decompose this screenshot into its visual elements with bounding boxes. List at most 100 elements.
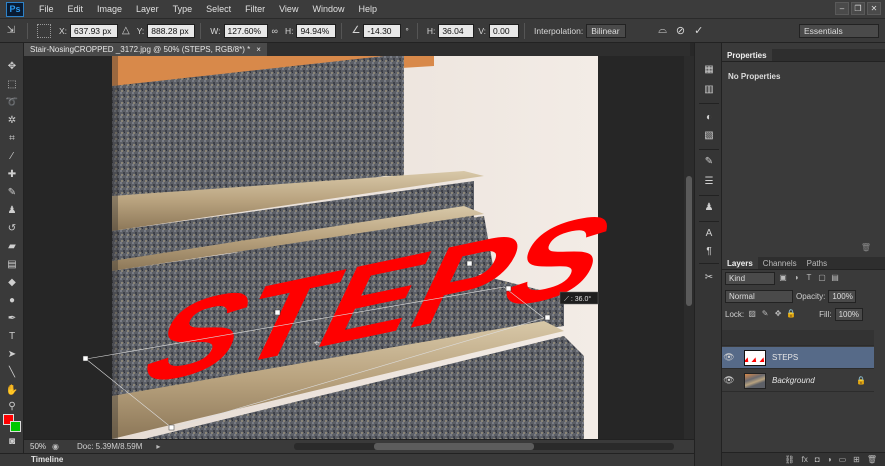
document-tab[interactable]: Stair-NosingCROPPED _3172.jpg @ 50% (STE… [24, 43, 267, 56]
path-selection-tool-icon[interactable]: ➤ [4, 348, 20, 362]
filter-shape-icon[interactable]: ▢ [817, 273, 827, 283]
dodge-tool-icon[interactable]: ● [4, 294, 20, 308]
hand-tool-icon[interactable]: ✋ [4, 384, 20, 398]
tab-properties[interactable]: Properties [722, 49, 772, 61]
status-arrow-icon[interactable]: ▸ [156, 442, 160, 451]
opacity-field[interactable]: 100% [828, 289, 857, 303]
marquee-tool-icon[interactable]: ⬚ [4, 78, 20, 92]
menu-view[interactable]: View [272, 0, 305, 19]
horizontal-scrollbar[interactable] [294, 443, 674, 450]
history-panel-icon[interactable]: ▦ [701, 63, 717, 77]
pen-tool-icon[interactable]: ✒ [4, 312, 20, 326]
crop-tool-icon[interactable]: ⌗ [4, 132, 20, 146]
width-field[interactable]: 127.60% [223, 23, 268, 38]
healing-brush-tool-icon[interactable]: ✚ [4, 168, 20, 182]
menu-filter[interactable]: Filter [238, 0, 272, 19]
transform-handle[interactable] [274, 309, 281, 316]
transform-handle[interactable] [544, 314, 551, 321]
blur-tool-icon[interactable]: ◆ [4, 276, 20, 290]
menu-image[interactable]: Image [90, 0, 129, 19]
lock-all-icon[interactable]: 🔒 [786, 309, 796, 319]
add-mask-icon[interactable]: ◘ [815, 455, 820, 464]
workspace-select[interactable]: Essentials [799, 24, 879, 38]
tab-paths[interactable]: Paths [802, 257, 832, 269]
commit-checkmark-icon[interactable]: ✓ [694, 24, 703, 37]
filter-kind-select[interactable]: Kind [725, 271, 775, 285]
layer-comps-icon[interactable]: ▥ [701, 83, 717, 97]
zoom-tool-icon[interactable]: ⚲ [4, 400, 20, 414]
close-button[interactable]: ✕ [867, 2, 881, 15]
eyedropper-tool-icon[interactable]: ⁄ [4, 150, 20, 164]
brush-tool-icon[interactable]: ✎ [4, 186, 20, 200]
transform-handle[interactable] [505, 285, 512, 292]
layer-row-steps[interactable]: 👁 ▲▲▲ STEPS [722, 347, 874, 369]
eraser-tool-icon[interactable]: ▰ [4, 240, 20, 254]
h-skew-field[interactable]: 36.04 [438, 23, 475, 38]
fill-field[interactable]: 100% [834, 307, 863, 321]
document-canvas[interactable]: STEPS ⌖ ⟋ : 36.0° [24, 56, 684, 439]
move-tool-icon[interactable]: ✥ [4, 60, 20, 74]
zoom-level[interactable]: 50% [24, 442, 52, 451]
reference-point-icon[interactable]: ⌖ [314, 338, 320, 349]
swatches-panel-icon[interactable]: ▧ [701, 129, 717, 143]
transform-handle[interactable] [168, 424, 175, 431]
filter-type-icon[interactable]: T [804, 273, 814, 283]
scrollbar-thumb[interactable] [686, 176, 692, 306]
fx-icon[interactable]: fx [802, 455, 808, 464]
delete-layer-icon[interactable]: 🗑 [867, 455, 877, 464]
filter-smart-object-icon[interactable]: ▤ [830, 273, 840, 283]
character-panel-icon[interactable]: A [701, 227, 717, 241]
color-panel-icon[interactable]: ◐ [701, 111, 717, 125]
visibility-eye-icon[interactable]: 👁 [722, 352, 736, 363]
visibility-eye-icon[interactable]: 👁 [722, 375, 736, 386]
layer-name[interactable]: STEPS [772, 353, 798, 362]
angle-field[interactable]: -14.30 [363, 23, 402, 38]
lock-transparent-icon[interactable]: ▨ [747, 309, 757, 319]
magic-wand-tool-icon[interactable]: ✲ [4, 114, 20, 128]
lasso-tool-icon[interactable]: ➰ [4, 96, 20, 110]
paragraph-panel-icon[interactable]: ¶ [701, 245, 717, 259]
scrollbar-thumb[interactable] [374, 443, 534, 450]
tool-presets-icon[interactable]: ✂ [701, 271, 717, 285]
link-layers-icon[interactable]: ⛓ [785, 455, 795, 464]
timeline-panel-tab[interactable]: Timeline [24, 453, 694, 466]
reference-point-icon[interactable] [37, 23, 51, 38]
trash-icon[interactable]: 🗑 [861, 243, 871, 252]
menu-help[interactable]: Help [351, 0, 384, 19]
maximize-button[interactable]: ❐ [851, 2, 865, 15]
y-field[interactable]: 888.28 px [147, 23, 196, 38]
shape-tool-icon[interactable]: ╲ [4, 366, 20, 380]
height-field[interactable]: 94.94% [296, 23, 337, 38]
menu-type[interactable]: Type [166, 0, 200, 19]
adjustments-icon[interactable]: ☰ [701, 175, 717, 189]
tab-channels[interactable]: Channels [758, 257, 802, 269]
gradient-tool-icon[interactable]: ▤ [4, 258, 20, 272]
clone-stamp-tool-icon[interactable]: ♟ [4, 204, 20, 218]
close-tab-icon[interactable]: × [256, 43, 261, 56]
interpolation-select[interactable]: Bilinear [586, 23, 627, 38]
x-field[interactable]: 637.93 px [70, 23, 119, 38]
quick-mask-icon[interactable]: ◙ [4, 435, 20, 449]
status-menu-icon[interactable]: ◉ [52, 442, 59, 451]
tab-layers[interactable]: Layers [722, 257, 758, 269]
clone-source-icon[interactable]: ♟ [701, 201, 717, 215]
canvas-area[interactable]: STEPS ⌖ ⟋ : 36.0° [24, 56, 684, 439]
transform-handle[interactable] [466, 260, 473, 267]
transform-handle[interactable] [82, 355, 89, 362]
lock-position-icon[interactable]: ✥ [773, 309, 783, 319]
menu-file[interactable]: File [32, 0, 61, 19]
filter-pixel-icon[interactable]: ▣ [778, 273, 788, 283]
transform-tool-icon[interactable]: ⇲ [4, 24, 18, 38]
layer-name[interactable]: Background [772, 376, 815, 385]
lock-image-icon[interactable]: ✎ [760, 309, 770, 319]
vertical-scrollbar[interactable] [684, 56, 694, 439]
v-skew-field[interactable]: 0.00 [489, 23, 520, 38]
new-group-icon[interactable]: ▭ [839, 455, 847, 464]
minimize-button[interactable]: – [835, 2, 849, 15]
brush-panel-icon[interactable]: ✎ [701, 155, 717, 169]
menu-edit[interactable]: Edit [61, 0, 91, 19]
history-brush-tool-icon[interactable]: ↺ [4, 222, 20, 236]
adjustment-layer-icon[interactable]: ◑ [827, 455, 832, 464]
background-color-swatch[interactable] [10, 421, 21, 432]
layer-row-background[interactable]: 👁 Background 🔒 [722, 370, 874, 392]
